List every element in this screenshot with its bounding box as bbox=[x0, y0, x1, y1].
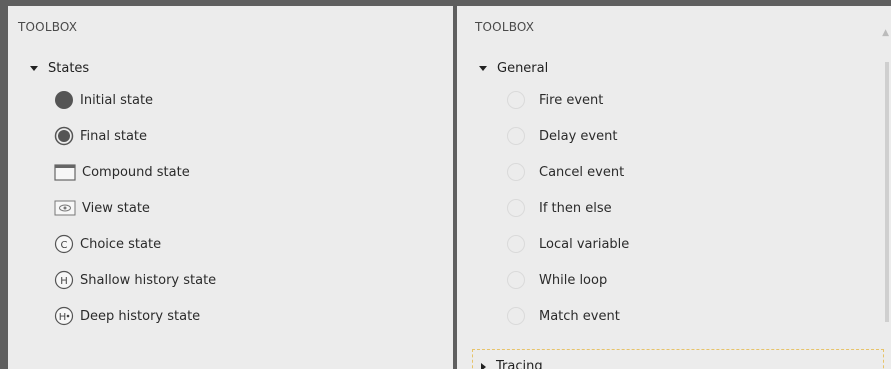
item-label: Fire event bbox=[539, 92, 604, 108]
expand-arrow-icon[interactable] bbox=[30, 66, 38, 71]
right-toolbox-panel: TOOLBOX ▲ General Fire event Delay event… bbox=[457, 0, 891, 369]
item-label: Choice state bbox=[80, 236, 162, 252]
item-label: Initial state bbox=[80, 92, 154, 108]
scrollbar[interactable] bbox=[885, 62, 889, 322]
filled-circle-icon bbox=[54, 90, 74, 110]
svg-text:H: H bbox=[60, 276, 68, 287]
item-label: Final state bbox=[80, 128, 148, 144]
ring-circle-icon bbox=[54, 126, 74, 146]
item-label: Compound state bbox=[82, 164, 190, 180]
item-label: Cancel event bbox=[539, 164, 625, 180]
activity-icon bbox=[507, 163, 525, 181]
expand-arrow-icon[interactable] bbox=[479, 66, 487, 71]
panel-title: TOOLBOX bbox=[18, 20, 78, 34]
activity-icon bbox=[507, 91, 525, 109]
group-label: Tracing bbox=[496, 359, 543, 369]
group-label: States bbox=[48, 61, 90, 76]
toolbox-item-initial-state[interactable]: Initial state bbox=[54, 88, 153, 112]
activity-icon bbox=[507, 235, 525, 253]
scroll-up-icon[interactable]: ▲ bbox=[882, 28, 889, 38]
group-general-header[interactable]: General bbox=[479, 61, 548, 76]
group-states-header[interactable]: States bbox=[30, 61, 89, 76]
activity-icon bbox=[507, 127, 525, 145]
group-tracing-header[interactable]: Tracing bbox=[472, 349, 884, 369]
toolbox-item-cancel-event[interactable]: Cancel event bbox=[507, 160, 624, 184]
item-label: If then else bbox=[539, 200, 612, 216]
collapse-arrow-icon[interactable] bbox=[481, 362, 486, 369]
compound-state-icon bbox=[54, 162, 76, 182]
activity-icon bbox=[507, 271, 525, 289]
group-label: General bbox=[497, 61, 549, 76]
toolbox-item-choice-state[interactable]: C Choice state bbox=[54, 232, 161, 256]
item-label: While loop bbox=[539, 272, 608, 288]
toolbox-item-view-state[interactable]: View state bbox=[54, 196, 150, 220]
toolbox-item-while-loop[interactable]: While loop bbox=[507, 268, 607, 292]
choice-c-icon: C bbox=[54, 234, 74, 254]
toolbox-item-final-state[interactable]: Final state bbox=[54, 124, 147, 148]
item-label: Delay event bbox=[539, 128, 618, 144]
toolbox-item-compound-state[interactable]: Compound state bbox=[54, 160, 190, 184]
toolbox-item-match-event[interactable]: Match event bbox=[507, 304, 620, 328]
svg-text:C: C bbox=[61, 240, 68, 251]
toolbox-item-fire-event[interactable]: Fire event bbox=[507, 88, 603, 112]
toolbox-item-deep-history-state[interactable]: H Deep history state bbox=[54, 304, 200, 328]
deep-history-h-icon: H bbox=[54, 306, 74, 326]
view-state-icon bbox=[54, 198, 76, 218]
toolbox-item-delay-event[interactable]: Delay event bbox=[507, 124, 617, 148]
left-toolbox-panel: TOOLBOX States Initial state Final state… bbox=[0, 0, 453, 369]
toolbox-item-shallow-history-state[interactable]: H Shallow history state bbox=[54, 268, 216, 292]
tracing-label-wrap: Tracing bbox=[481, 359, 543, 369]
item-label: View state bbox=[82, 200, 150, 216]
history-h-icon: H bbox=[54, 270, 74, 290]
toolbox-item-if-then-else[interactable]: If then else bbox=[507, 196, 612, 220]
activity-icon bbox=[507, 199, 525, 217]
item-label: Match event bbox=[539, 308, 620, 324]
item-label: Shallow history state bbox=[80, 272, 217, 288]
item-label: Deep history state bbox=[80, 308, 201, 324]
svg-text:H: H bbox=[59, 312, 67, 323]
activity-icon bbox=[507, 307, 525, 325]
panel-title: TOOLBOX bbox=[475, 20, 535, 34]
toolbox-item-local-variable[interactable]: Local variable bbox=[507, 232, 629, 256]
item-label: Local variable bbox=[539, 236, 630, 252]
